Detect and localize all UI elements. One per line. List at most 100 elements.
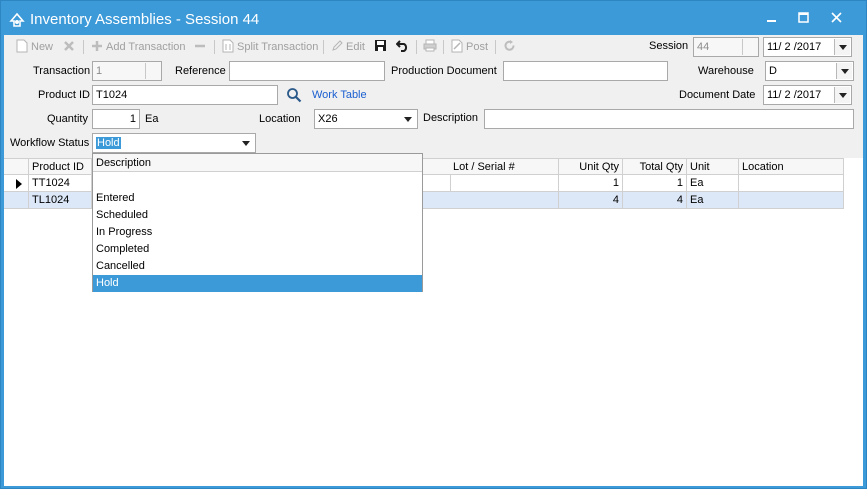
row-pointer-cell[interactable] <box>4 175 29 192</box>
session-value: 44 <box>697 41 710 53</box>
workflow-status-label: Workflow Status <box>10 137 90 149</box>
table-row[interactable]: TL1024 <box>29 192 92 209</box>
document-date-value: 11/ 2 /2017 <box>767 89 822 101</box>
toolbar-separator <box>323 40 324 54</box>
product-id-input[interactable]: T1024 <box>92 85 278 105</box>
column-header-unit-qty[interactable]: Unit Qty <box>559 158 623 175</box>
column-header-unit[interactable]: Unit <box>687 158 739 175</box>
transaction-value: 1 <box>96 65 103 77</box>
plus-icon <box>91 40 106 55</box>
save-disk-icon <box>374 39 390 55</box>
document-date-picker[interactable]: 11/ 2 /2017 <box>763 85 852 105</box>
add-transaction-button[interactable]: Add Transaction <box>91 39 186 55</box>
table-cell[interactable]: Ea <box>687 175 739 192</box>
description-input[interactable] <box>484 109 854 129</box>
refresh-button[interactable] <box>503 39 519 55</box>
remove-transaction-button[interactable] <box>194 39 209 55</box>
table-cell[interactable]: 1 <box>623 175 687 192</box>
workflow-status-dropdown-list[interactable]: Description Entered Scheduled In Progres… <box>92 153 423 292</box>
column-header-product-id[interactable]: Product ID <box>29 158 92 175</box>
toolbar-separator <box>416 40 417 54</box>
row-pointer-icon <box>16 178 23 191</box>
split-transaction-button[interactable]: Split Transaction <box>222 39 318 55</box>
work-table-link[interactable]: Work Table <box>312 89 367 101</box>
table-cell[interactable] <box>739 175 844 192</box>
workflow-status-value: Hold <box>96 137 121 149</box>
maximize-button[interactable] <box>789 7 819 29</box>
delete-x-icon <box>63 40 78 55</box>
table-cell[interactable] <box>423 175 451 192</box>
location-dropdown-icon[interactable] <box>400 111 416 127</box>
toolbar-separator <box>495 40 496 54</box>
post-label: Post <box>466 41 489 53</box>
table-row[interactable]: TT1024 <box>29 175 92 192</box>
dropdown-option-in-progress[interactable]: In Progress <box>93 224 422 241</box>
workflow-status-select[interactable]: Hold <box>92 133 256 153</box>
save-button[interactable] <box>374 39 390 55</box>
reference-label: Reference <box>175 65 226 77</box>
edit-label: Edit <box>346 41 365 53</box>
title-bar[interactable]: Inventory Assemblies - Session 44 <box>1 1 866 35</box>
minus-icon <box>194 40 209 55</box>
quantity-unit: Ea <box>145 113 159 125</box>
table-cell[interactable] <box>450 192 559 209</box>
product-id-value: T1024 <box>96 89 128 101</box>
new-button[interactable]: New <box>16 39 53 55</box>
close-button[interactable] <box>822 7 852 29</box>
table-cell[interactable] <box>423 192 451 209</box>
session-field[interactable]: 44 <box>693 37 759 57</box>
warehouse-dropdown-icon[interactable] <box>836 63 852 79</box>
post-button[interactable]: Post <box>451 39 488 55</box>
undo-button[interactable] <box>395 39 413 55</box>
document-date-dropdown-icon[interactable] <box>834 87 850 103</box>
product-id-label: Product ID <box>38 89 90 101</box>
column-header-lot-serial[interactable]: Lot / Serial # <box>450 158 559 175</box>
dropdown-option-entered[interactable]: Entered <box>93 190 422 207</box>
location-select[interactable]: X26 <box>314 109 418 129</box>
column-header-hidden[interactable] <box>423 158 451 175</box>
transaction-field[interactable]: 1 <box>92 61 162 81</box>
session-lookup-button[interactable] <box>742 39 757 55</box>
location-value: X26 <box>318 113 338 125</box>
dropdown-option-scheduled[interactable]: Scheduled <box>93 207 422 224</box>
quantity-input[interactable]: 1 <box>92 109 140 129</box>
warehouse-select[interactable]: D <box>765 61 854 81</box>
quantity-value: 1 <box>129 113 136 125</box>
column-header-total-qty[interactable]: Total Qty <box>623 158 687 175</box>
quantity-label: Quantity <box>47 113 88 125</box>
warehouse-value: D <box>769 65 777 77</box>
session-date-dropdown-icon[interactable] <box>834 39 850 55</box>
split-transaction-label: Split Transaction <box>237 41 319 53</box>
production-document-input[interactable] <box>503 61 668 81</box>
undo-arrow-icon <box>395 39 413 55</box>
dropdown-option-cancelled[interactable]: Cancelled <box>93 258 422 275</box>
workflow-status-dropdown-icon[interactable] <box>238 135 254 151</box>
new-label: New <box>31 41 54 53</box>
post-document-icon <box>451 39 466 56</box>
print-button[interactable] <box>423 39 440 55</box>
reference-input[interactable] <box>229 61 385 81</box>
grid-row-selector-header <box>4 158 29 175</box>
edit-button[interactable]: Edit <box>331 39 365 55</box>
new-document-icon <box>16 39 31 56</box>
table-cell[interactable]: 4 <box>559 192 623 209</box>
table-cell[interactable]: Ea <box>687 192 739 209</box>
dropdown-option-hold[interactable]: Hold <box>93 275 422 292</box>
column-header-location[interactable]: Location <box>739 158 844 175</box>
transaction-label: Transaction <box>33 65 91 77</box>
dropdown-option-completed[interactable]: Completed <box>93 241 422 258</box>
table-cell[interactable] <box>450 175 559 192</box>
table-cell[interactable] <box>739 192 844 209</box>
table-cell[interactable]: 1 <box>559 175 623 192</box>
session-date-picker[interactable]: 11/ 2 /2017 <box>763 37 852 57</box>
search-icon[interactable] <box>286 87 302 106</box>
dropdown-option-blank[interactable] <box>93 173 422 190</box>
printer-icon <box>423 39 440 55</box>
delete-button[interactable] <box>63 39 78 55</box>
row-pointer-cell[interactable] <box>4 192 29 209</box>
transaction-lookup-button[interactable] <box>145 63 160 79</box>
table-cell[interactable]: 4 <box>623 192 687 209</box>
toolbar-separator <box>443 40 444 54</box>
minimize-button[interactable] <box>757 7 787 29</box>
app-window: Inventory Assemblies - Session 44 New Ad… <box>0 0 867 489</box>
